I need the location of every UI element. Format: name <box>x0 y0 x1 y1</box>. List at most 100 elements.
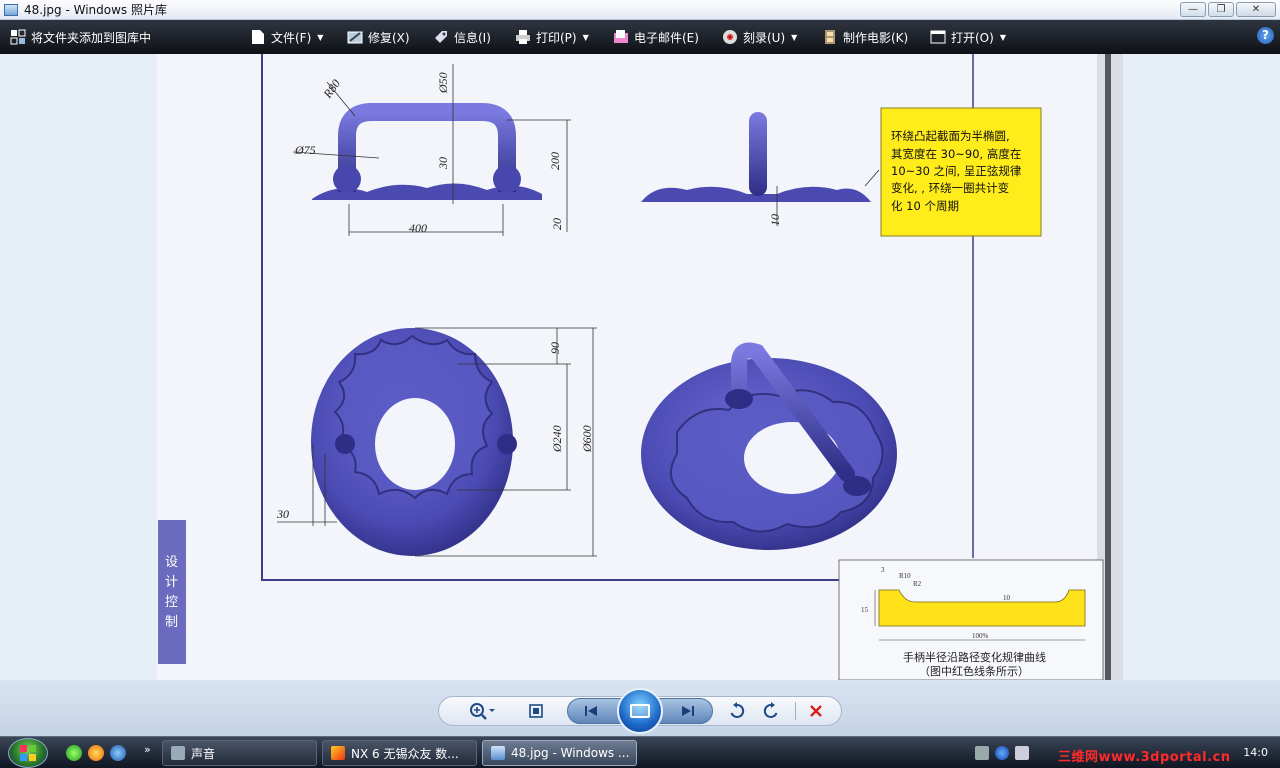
side-tab-char-3: 控 <box>165 595 178 610</box>
language-icon[interactable] <box>1015 746 1029 760</box>
quicklaunch-ie-icon[interactable] <box>110 745 126 761</box>
fix-label: 修复(X) <box>368 30 410 45</box>
dim-diameter-75: Ø75 <box>294 143 316 157</box>
maximize-button[interactable]: ❐ <box>1208 2 1234 17</box>
fix-button[interactable]: 修复(X) <box>347 20 410 54</box>
add-folder-label: 将文件夹添加到图库中 <box>31 30 152 45</box>
slideshow-icon <box>630 704 650 718</box>
watermark: 三维网www.3dportal.cn <box>1058 750 1231 765</box>
inset-label-3: 3 <box>881 566 885 574</box>
start-button[interactable] <box>8 738 48 768</box>
quicklaunch-browser-icon[interactable] <box>88 745 104 761</box>
windows-logo-icon <box>20 745 36 761</box>
nx-app-icon <box>331 746 345 760</box>
rotate-left-button[interactable] <box>725 700 749 722</box>
actual-size-icon <box>529 704 543 718</box>
help-tray-icon[interactable] <box>995 746 1009 760</box>
side-tab-char-2: 计 <box>165 575 178 590</box>
rotate-counterclockwise-icon <box>730 702 745 718</box>
fix-photo-icon <box>347 29 363 45</box>
info-button[interactable]: 信息(I) <box>433 20 491 54</box>
previous-button[interactable] <box>579 700 603 722</box>
dim-20: 20 <box>550 218 564 230</box>
callout-line-4: 变化, , 环绕一圈共计变 <box>891 181 1009 195</box>
top-view <box>311 328 517 556</box>
dim-30-vertical: 30 <box>436 157 450 170</box>
side-view <box>641 112 871 202</box>
taskbar-nx-label: NX 6 无锡众友 数... <box>351 746 459 761</box>
delete-x-icon <box>810 705 822 717</box>
engineering-drawing: 400 Ø75 R80 Ø50 30 200 20 10 90 Ø240 Ø60… <box>158 54 1123 680</box>
window-controls: — ❐ ✕ <box>1180 2 1276 17</box>
open-label: 打开(O) <box>951 30 994 45</box>
quicklaunch-refresh-icon[interactable] <box>66 745 82 761</box>
inset-label-10: 10 <box>1003 594 1011 602</box>
disc-icon <box>722 29 738 45</box>
file-menu[interactable]: 文件(F) ▼ <box>250 20 323 54</box>
viewer-controls <box>0 680 1280 736</box>
taskbar-sound[interactable]: 声音 <box>162 740 317 766</box>
displayed-photo: 400 Ø75 R80 Ø50 30 200 20 10 90 Ø240 Ø60… <box>157 54 1123 680</box>
taskbar-photo-gallery[interactable]: 48.jpg - Windows ... <box>482 740 637 766</box>
chevron-down-icon: ▼ <box>582 32 589 42</box>
slideshow-button[interactable] <box>617 688 663 734</box>
dim-90: 90 <box>548 342 562 354</box>
rotate-clockwise-icon <box>763 702 778 718</box>
zoom-icon <box>470 703 495 720</box>
help-button[interactable]: ? <box>1257 27 1274 44</box>
callout-line-1: 环绕凸起截面为半椭圆, <box>891 129 1010 143</box>
next-button[interactable] <box>676 700 700 722</box>
dim-400: 400 <box>409 221 427 235</box>
toolbar: 将文件夹添加到图库中 文件(F) ▼ 修复(X) 信息(I) 打印(P) ▼ 电… <box>0 20 1280 54</box>
previous-icon <box>585 706 597 716</box>
inset-caption-2: （图中红色线条所示） <box>919 664 1029 678</box>
make-movie-button[interactable]: 制作电影(K) <box>822 20 908 54</box>
tag-icon <box>433 29 449 45</box>
keyboard-icon[interactable] <box>975 746 989 760</box>
photo-gallery-icon <box>491 746 505 760</box>
document-icon <box>250 29 266 45</box>
taskbar-sound-label: 声音 <box>191 746 216 761</box>
chevron-down-icon: ▼ <box>791 32 798 42</box>
email-button[interactable]: 电子邮件(E) <box>613 20 699 54</box>
add-folder-button[interactable]: 将文件夹添加到图库中 <box>10 20 151 54</box>
dim-10: 10 <box>768 214 782 226</box>
dim-30-horizontal: 30 <box>276 507 289 521</box>
actual-size-button[interactable] <box>524 700 548 722</box>
zoom-button[interactable] <box>466 700 498 722</box>
chevron-down-icon: ▼ <box>317 32 324 42</box>
callout-line-2: 其宽度在 30~90, 高度在 <box>891 147 1021 161</box>
callout-note: 环绕凸起截面为半椭圆, 其宽度在 30~90, 高度在 10~30 之间, 呈正… <box>880 107 1042 237</box>
delete-button[interactable] <box>804 700 828 722</box>
dim-diameter-50: Ø50 <box>436 72 450 94</box>
next-icon <box>682 706 694 716</box>
close-button[interactable]: ✕ <box>1236 2 1276 17</box>
make-movie-label: 制作电影(K) <box>843 30 909 45</box>
side-tab-char-1: 设 <box>165 555 178 570</box>
print-menu[interactable]: 打印(P) ▼ <box>515 20 589 54</box>
side-tab-char-4: 制 <box>165 615 178 630</box>
inset-label-15: 15 <box>861 606 869 614</box>
window-title: 48.jpg - Windows 照片库 <box>24 3 167 17</box>
rotate-right-button[interactable] <box>759 700 783 722</box>
inset-label-100: 100% <box>972 632 989 640</box>
chevron-down-icon: ▼ <box>999 32 1006 42</box>
side-tab: 设 计 控 制 <box>158 520 186 664</box>
taskbar-nx[interactable]: NX 6 无锡众友 数... <box>322 740 477 766</box>
minimize-button[interactable]: — <box>1180 2 1206 17</box>
callout-line-3: 10~30 之间, 呈正弦规律 <box>891 164 1022 178</box>
open-menu[interactable]: 打开(O) ▼ <box>930 20 1006 54</box>
burn-menu[interactable]: 刻录(U) ▼ <box>722 20 797 54</box>
burn-label: 刻录(U) <box>743 30 786 45</box>
quicklaunch-more-icon[interactable]: » <box>144 743 151 756</box>
email-icon <box>613 29 629 45</box>
dim-diameter-240: Ø240 <box>550 425 564 453</box>
taskbar-photo-label: 48.jpg - Windows ... <box>511 746 630 760</box>
email-label: 电子邮件(E) <box>634 30 699 45</box>
file-menu-label: 文件(F) <box>271 30 312 45</box>
inset-caption-1: 手柄半径沿路径变化规律曲线 <box>903 650 1046 664</box>
open-window-icon <box>930 29 946 45</box>
dim-200: 200 <box>548 152 562 170</box>
info-label: 信息(I) <box>454 30 491 45</box>
speaker-icon <box>171 746 185 760</box>
